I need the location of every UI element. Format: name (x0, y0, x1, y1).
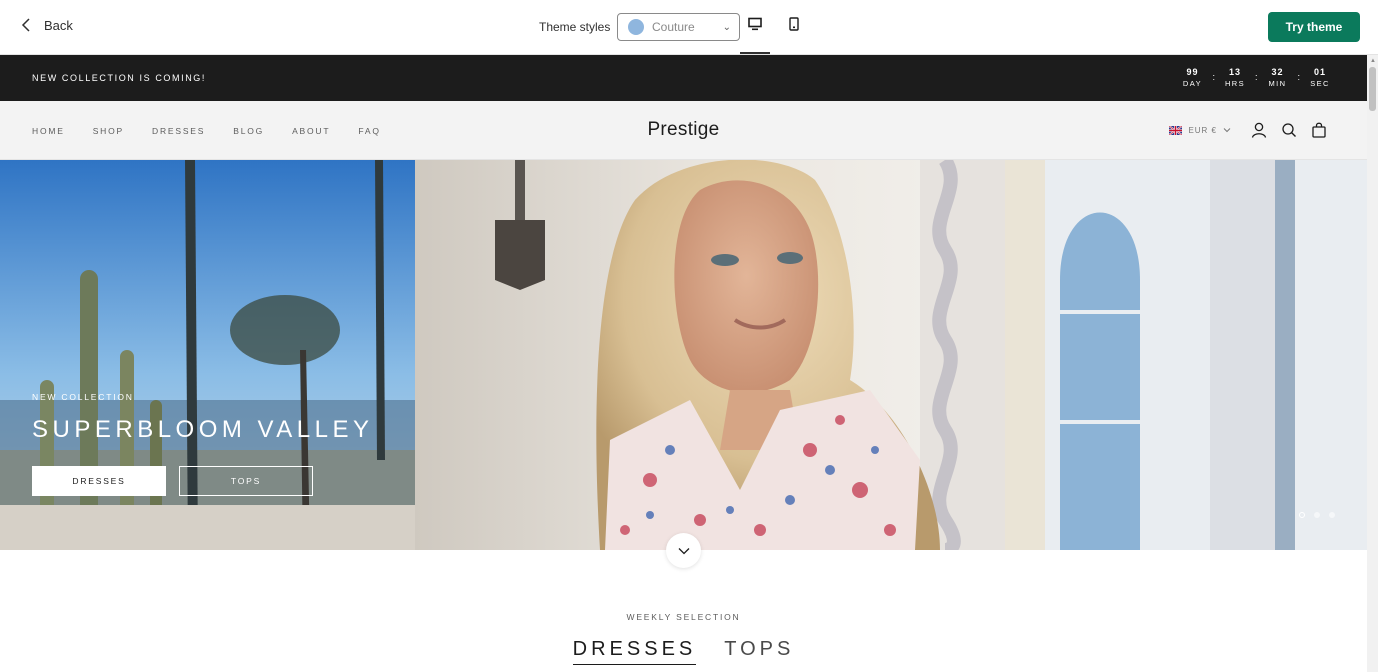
countdown-days: 99 DAY (1178, 67, 1206, 88)
store-logo[interactable]: Prestige (0, 119, 1367, 141)
countdown-minutes: 32 MIN (1263, 67, 1291, 88)
hero-eyebrow: NEW COLLECTION (32, 392, 134, 402)
currency-selector[interactable]: EUR € (1169, 125, 1231, 135)
countdown-value: 13 (1228, 67, 1241, 77)
scroll-down-button[interactable] (666, 533, 701, 568)
mobile-icon (789, 17, 799, 31)
hero-title: SUPERBLOOM VALLEY (32, 416, 374, 443)
chevron-down-icon: ⌄ (722, 21, 731, 33)
countdown-label: DAY (1182, 79, 1202, 88)
chevron-down-icon (1223, 128, 1231, 133)
theme-style-select[interactable]: Couture ⌄ (617, 13, 740, 41)
uk-flag-icon (1169, 125, 1183, 135)
account-icon[interactable] (1251, 121, 1267, 139)
desktop-icon (748, 17, 762, 31)
countdown-separator: : (1254, 72, 1258, 82)
chevron-left-icon (21, 18, 30, 32)
countdown-hours: 13 HRS (1221, 67, 1249, 88)
slideshow-pagination (1299, 512, 1335, 518)
theme-color-swatch (628, 19, 644, 35)
page-scrollbar[interactable]: ▲ (1367, 55, 1378, 672)
countdown-separator: : (1297, 72, 1300, 82)
announcement-bar: NEW COLLECTION IS COMING! 99 DAY : 13 HR… (0, 55, 1367, 101)
theme-style-value: Couture (652, 20, 695, 34)
tab-tops[interactable]: TOPS (724, 638, 794, 665)
hero-tops-button[interactable]: TOPS (179, 466, 313, 496)
countdown-label: SEC (1310, 79, 1330, 88)
scroll-up-arrow-icon[interactable]: ▲ (1370, 58, 1376, 64)
search-icon[interactable] (1281, 121, 1297, 139)
slide-dot-2[interactable] (1314, 512, 1320, 518)
tab-dresses[interactable]: DRESSES (572, 638, 697, 665)
back-label: Back (44, 17, 73, 33)
countdown-timer: 99 DAY : 13 HRS : 32 MIN : 01 SEC (1178, 67, 1334, 88)
countdown-seconds: 01 SEC (1306, 67, 1334, 88)
preview-toolbar: Back Theme styles Couture ⌄ Try theme (0, 0, 1378, 55)
collection-tabs: DRESSES TOPS (0, 638, 1367, 665)
store-header: HOME SHOP DRESSES BLOG ABOUT FAQ Prestig… (0, 101, 1367, 160)
theme-styles-label: Theme styles (539, 20, 611, 34)
announcement-text: NEW COLLECTION IS COMING! (32, 73, 207, 83)
countdown-value: 01 (1313, 67, 1326, 77)
countdown-separator: : (1212, 72, 1215, 82)
weekly-selection-eyebrow: WEEKLY SELECTION (626, 612, 741, 622)
try-theme-button[interactable]: Try theme (1268, 12, 1360, 42)
cart-icon[interactable] (1311, 121, 1327, 139)
countdown-label: HRS (1224, 79, 1245, 88)
slide-dot-1[interactable] (1299, 512, 1305, 518)
hero-slideshow: NEW COLLECTION SUPERBLOOM VALLEY DRESSES… (0, 160, 1367, 550)
hero-dresses-button[interactable]: DRESSES (32, 466, 166, 496)
countdown-value: 32 (1271, 67, 1284, 77)
header-actions: EUR € (1169, 121, 1327, 139)
countdown-value: 99 (1186, 67, 1199, 77)
mobile-view-button[interactable] (779, 17, 809, 47)
chevron-down-icon (678, 547, 689, 554)
scrollbar-thumb[interactable] (1369, 67, 1376, 111)
desktop-view-button[interactable] (740, 17, 770, 54)
slide-dot-3[interactable] (1329, 512, 1335, 518)
currency-label: EUR € (1188, 125, 1217, 135)
countdown-label: MIN (1268, 79, 1287, 88)
back-button[interactable]: Back (20, 17, 73, 33)
